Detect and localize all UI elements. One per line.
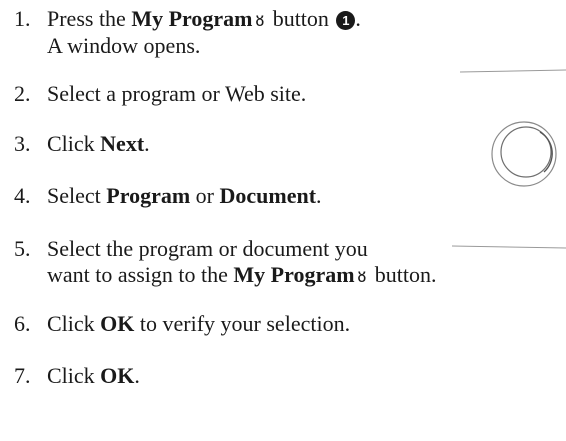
step-number: 3.	[14, 131, 31, 156]
device-edge-top	[459, 69, 566, 73]
step-text: Click	[47, 311, 101, 336]
step-text: Select	[47, 183, 107, 208]
button-name: My Program	[233, 262, 355, 287]
step-1: 1. Press the My Program ᴕ button 1. A wind…	[14, 6, 566, 59]
step-text: Press the	[47, 6, 132, 31]
step-text: .	[134, 363, 140, 388]
step-text: to verify your selection.	[134, 311, 351, 336]
step-6: 6. Click OK to verify your selection.	[14, 311, 566, 337]
step-number: 2.	[14, 81, 31, 106]
button-name: My Program	[131, 6, 253, 31]
person-outline-icon: ᴕ	[255, 9, 265, 31]
step-number: 5.	[14, 236, 31, 261]
option-name: Program	[106, 183, 191, 208]
step-number: 6.	[14, 311, 31, 336]
step-7: 7. Click OK.	[14, 363, 566, 389]
step-text: .	[355, 6, 361, 31]
step-text: button	[267, 6, 329, 31]
button-name: OK	[100, 363, 135, 388]
step-text: Click	[47, 131, 101, 156]
step-text: want to assign to the	[47, 262, 234, 287]
button-name: Next	[100, 131, 145, 156]
step-number: 1.	[14, 6, 31, 31]
step-number: 4.	[14, 183, 31, 208]
option-name: Document	[219, 183, 317, 208]
step-text: Select the program or document you	[47, 236, 368, 261]
device-button-illustration	[452, 69, 566, 249]
step-result: A window opens.	[47, 33, 201, 58]
person-outline-icon: ᴕ	[357, 265, 367, 287]
step-text: .	[144, 131, 150, 156]
step-text: Click	[47, 363, 101, 388]
step-text: button.	[369, 262, 437, 287]
step-text: or	[190, 183, 220, 208]
step-text: .	[316, 183, 322, 208]
callout-marker: 1	[336, 11, 356, 30]
button-name: OK	[100, 311, 135, 336]
device-edge-bottom	[452, 245, 566, 249]
step-number: 7.	[14, 363, 31, 388]
step-text: Select a program or Web site.	[47, 81, 307, 106]
